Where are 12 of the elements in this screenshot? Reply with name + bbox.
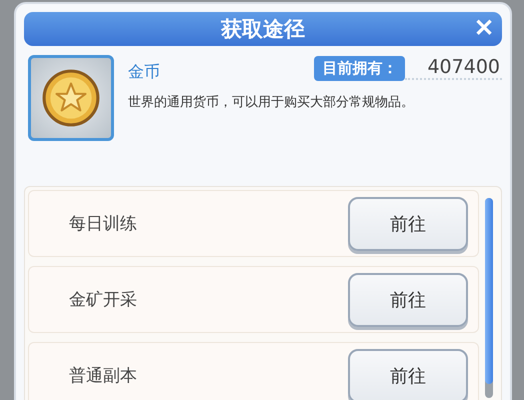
dialog-title: 获取途径 bbox=[221, 16, 305, 43]
coin-icon bbox=[40, 67, 102, 129]
item-description: 世界的通用货币，可以用于购买大部分常规物品。 bbox=[128, 94, 415, 111]
source-name: 普通副本 bbox=[69, 365, 137, 387]
go-button[interactable]: 前往 bbox=[348, 348, 468, 400]
source-name: 金矿开采 bbox=[69, 289, 137, 311]
close-button[interactable]: ✕ bbox=[474, 15, 494, 43]
owned-count: 407400 bbox=[405, 56, 502, 80]
owned-label: 目前拥有： bbox=[314, 56, 406, 80]
source-name: 每日训练 bbox=[69, 213, 137, 235]
scrollbar[interactable] bbox=[485, 198, 493, 398]
item-name: 金币 bbox=[128, 60, 161, 82]
